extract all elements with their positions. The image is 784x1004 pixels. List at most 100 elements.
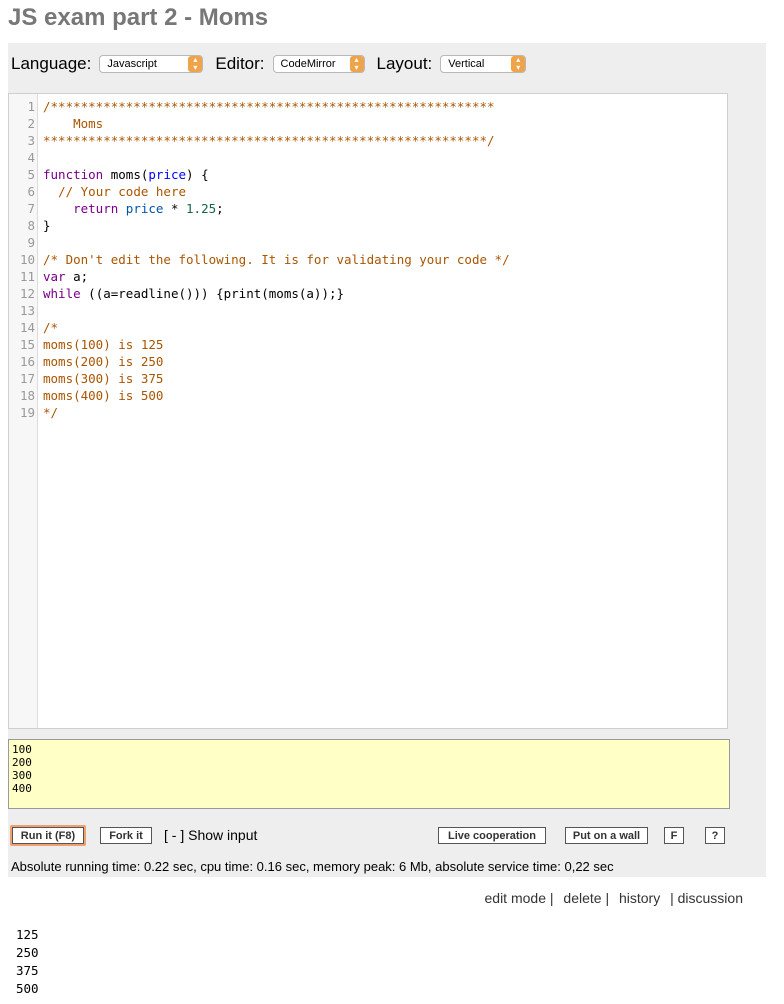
layout-select-value: Vertical	[448, 58, 485, 70]
code-token: /***************************************…	[43, 99, 495, 114]
line-number: 7	[27, 201, 35, 216]
line-code: moms(200) is 250	[43, 353, 163, 370]
code-token: ****************************************…	[43, 133, 495, 148]
line-number: 1	[27, 99, 35, 114]
put-on-wall-button[interactable]: Put on a wall	[565, 827, 648, 844]
discussion-link[interactable]: | discussion	[670, 890, 743, 906]
code-line: 3 ***************************************…	[9, 132, 727, 149]
code-token: a;	[65, 269, 89, 284]
line-number: 2	[27, 116, 35, 131]
select-arrows-icon: ▴ ▾	[349, 56, 364, 72]
edit-mode-link[interactable]: edit mode |	[485, 890, 554, 906]
line-code: /*	[43, 319, 58, 336]
code-token: price	[125, 201, 164, 216]
code-line: 12 while ((a=readline())) {print(moms(a))…	[9, 285, 727, 302]
line-number: 11	[19, 269, 35, 284]
fork-button[interactable]: Fork it	[100, 827, 152, 844]
code-token: moms	[110, 167, 141, 182]
line-number: 6	[27, 184, 35, 199]
code-line: 8}	[9, 217, 727, 234]
line-number: 10	[19, 252, 35, 267]
line-number: 18	[19, 388, 35, 403]
line-number: 19	[19, 405, 35, 420]
code-token: var	[43, 269, 66, 284]
live-cooperation-button[interactable]: Live cooperation	[438, 827, 546, 844]
line-code: */	[43, 404, 58, 421]
editor-select-value: CodeMirror	[280, 58, 336, 70]
fullscreen-button[interactable]: F	[664, 827, 684, 844]
line-number: 14	[19, 320, 35, 335]
code-token: ((a=readline())) {print(moms(a));}	[80, 286, 345, 301]
line-number: 17	[19, 371, 35, 386]
layout-label: Layout:	[376, 54, 433, 73]
code-token: return	[73, 201, 119, 216]
code-token: 1.25	[186, 201, 217, 216]
code-token: ;	[216, 201, 224, 216]
run-button[interactable]: Run it (F8)	[10, 825, 86, 846]
code-token: /*	[43, 320, 59, 335]
line-code: /***************************************…	[43, 98, 495, 115]
line-number: 9	[27, 235, 35, 250]
language-label: Language:	[11, 54, 92, 73]
code-editor[interactable]: 1/**************************************…	[8, 93, 728, 729]
code-token: moms(400) is 500	[43, 388, 164, 403]
line-code: // Your code here	[43, 183, 186, 200]
program-output: 125 250 375 500	[16, 927, 39, 996]
code-token: ) {	[186, 167, 209, 182]
code-line: 16 moms(200) is 250	[9, 353, 727, 370]
editor-panel: Language: Javascript ▴ ▾ Editor: CodeMirr…	[8, 43, 766, 877]
code-token: moms(300) is 375	[43, 371, 164, 386]
action-links: edit mode | delete | history | discussio…	[479, 890, 744, 906]
code-token: /* Don't edit the following. It is for v…	[43, 252, 510, 267]
line-code: function moms(price) {	[43, 166, 209, 183]
select-arrows-icon: ▴ ▾	[188, 56, 203, 72]
code-line: 7 return price * 1.25;	[9, 200, 727, 217]
line-number: 13	[19, 303, 35, 318]
code-line: 6 // Your code here	[9, 183, 727, 200]
editor-select[interactable]: CodeMirror ▴ ▾	[272, 55, 365, 73]
delete-link[interactable]: delete |	[563, 890, 609, 906]
code-lines: 1/**************************************…	[9, 98, 727, 421]
help-button[interactable]: ?	[705, 827, 725, 844]
layout-select[interactable]: Vertical ▴ ▾	[440, 55, 527, 73]
status-text: Absolute running time: 0.22 sec, cpu tim…	[11, 859, 614, 874]
code-line: 15 moms(100) is 125	[9, 336, 727, 353]
code-line: 19 */	[9, 404, 727, 421]
code-token: *	[163, 201, 187, 216]
toolbar: Language: Javascript ▴ ▾ Editor: CodeMirr…	[11, 53, 538, 75]
line-number: 16	[19, 354, 35, 369]
code-line: 4	[9, 149, 727, 166]
language-select[interactable]: Javascript ▴ ▾	[99, 55, 204, 73]
line-number: 12	[19, 286, 35, 301]
line-code: /* Don't edit the following. It is for v…	[43, 251, 510, 268]
history-link[interactable]: history	[619, 890, 660, 906]
line-number: 15	[19, 337, 35, 352]
run-button-label: Run it (F8)	[12, 827, 84, 844]
code-line: 18 moms(400) is 500	[9, 387, 727, 404]
line-code: }	[43, 217, 51, 234]
stdin-input[interactable]: 100 200 300 400	[8, 739, 730, 809]
code-line: 14 /*	[9, 319, 727, 336]
code-line: 17 moms(300) is 375	[9, 370, 727, 387]
line-code: while ((a=readline())) {print(moms(a));}	[43, 285, 344, 302]
select-arrows-icon: ▴ ▾	[511, 56, 526, 72]
code-token: price	[148, 167, 187, 182]
code-token: moms(100) is 125	[43, 337, 164, 352]
code-line: 9	[9, 234, 727, 251]
show-input-toggle[interactable]: [ - ] Show input	[164, 827, 257, 843]
line-number: 4	[27, 150, 35, 165]
code-line: 2 Moms	[9, 115, 727, 132]
line-number: 8	[27, 218, 35, 233]
code-line: 11 var a;	[9, 268, 727, 285]
language-select-value: Javascript	[107, 58, 157, 70]
page-title: JS exam part 2 - Moms	[8, 4, 269, 31]
code-line: 13	[9, 302, 727, 319]
code-line: 10 /* Don't edit the following. It is for…	[9, 251, 727, 268]
line-code: moms(100) is 125	[43, 336, 163, 353]
code-token: Moms	[43, 116, 104, 131]
line-code: ****************************************…	[43, 132, 495, 149]
